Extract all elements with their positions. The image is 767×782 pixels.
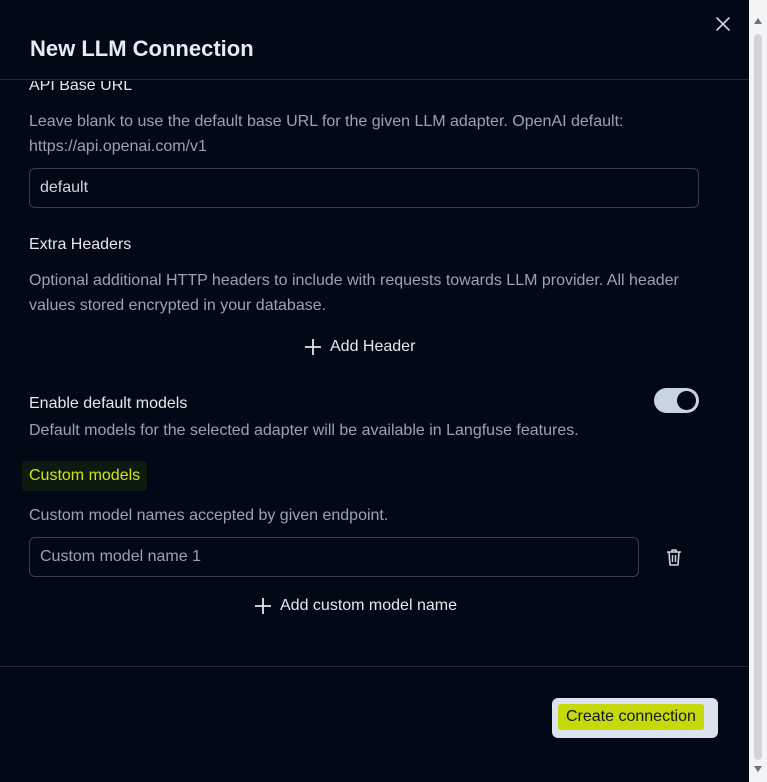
custom-models-label: Custom models: [22, 461, 148, 491]
page-scroll-down-icon[interactable]: [754, 766, 762, 772]
api-base-url-label: API Base URL: [29, 81, 133, 94]
add-custom-model-button[interactable]: Add custom model name: [254, 597, 457, 615]
dialog-footer: Create connection: [0, 666, 749, 782]
dialog-header: New LLM Connection: [0, 0, 749, 80]
api-base-url-input[interactable]: [29, 168, 699, 208]
create-connection-button[interactable]: Create connection: [552, 698, 718, 738]
custom-models-description: Custom model names accepted by given end…: [29, 507, 389, 524]
page-scrollbar[interactable]: [749, 0, 767, 782]
dialog-body: API Base URL Leave blank to use the defa…: [0, 81, 730, 666]
extra-headers-label: Extra Headers: [29, 236, 132, 253]
create-connection-label: Create connection: [558, 704, 704, 730]
api-base-url-description: Leave blank to use the default base URL …: [29, 113, 624, 155]
add-header-label: Add Header: [330, 338, 416, 355]
default-models-description: Default models for the selected adapter …: [29, 422, 579, 439]
page-scroll-up-icon[interactable]: [754, 18, 762, 24]
add-header-button[interactable]: Add Header: [304, 338, 415, 356]
plus-icon: [255, 598, 271, 614]
close-icon[interactable]: [713, 14, 733, 34]
extra-headers-description: Optional additional HTTP headers to incl…: [29, 272, 679, 314]
add-custom-model-label: Add custom model name: [280, 597, 457, 614]
toggle-knob: [677, 391, 696, 410]
dialog-title: New LLM Connection: [30, 36, 254, 61]
plus-icon: [305, 339, 321, 355]
default-models-toggle[interactable]: [654, 388, 699, 413]
custom-model-name-input[interactable]: [29, 537, 639, 577]
page-scrollbar-thumb[interactable]: [754, 34, 762, 760]
new-llm-connection-dialog: New LLM Connection API Base URL Leave bl…: [0, 0, 749, 782]
default-models-label: Enable default models: [29, 395, 188, 412]
trash-icon[interactable]: [664, 547, 684, 567]
